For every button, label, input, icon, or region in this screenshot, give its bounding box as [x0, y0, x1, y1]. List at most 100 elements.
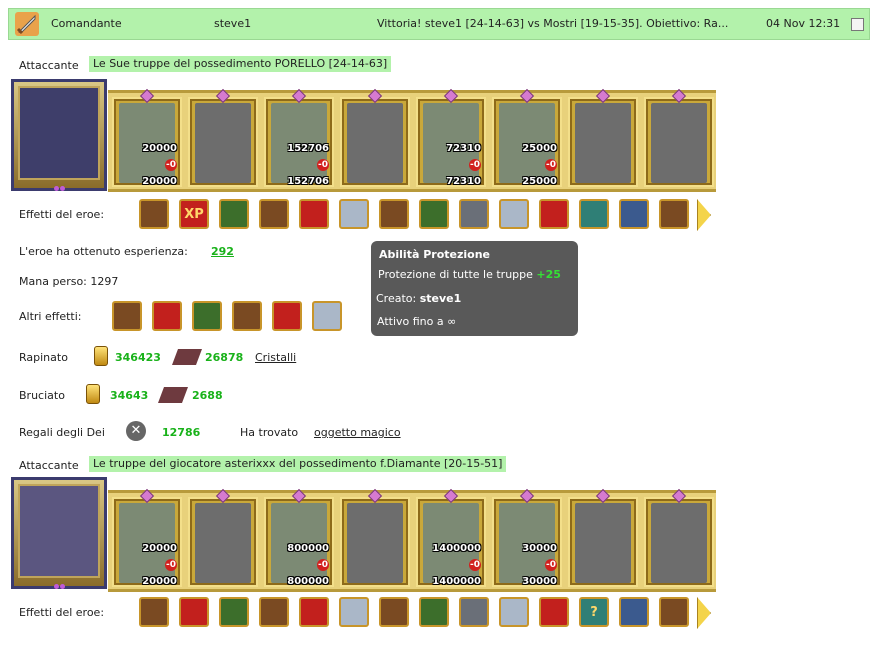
scroll-icon[interactable]: [139, 199, 169, 229]
message-date: 04 Nov 12:31: [766, 17, 841, 30]
dice-icon[interactable]: [179, 597, 209, 627]
scroll-right-arrow[interactable]: [697, 597, 711, 629]
troop-slot[interactable]: 20000 -0 20000: [112, 488, 182, 587]
troop-count-end: 72310: [446, 176, 481, 187]
burned-label: Bruciato: [19, 389, 65, 402]
xp-value[interactable]: 292: [211, 245, 234, 258]
troop-slot[interactable]: [568, 88, 638, 187]
ring-icon[interactable]: [659, 597, 689, 627]
troop-slot[interactable]: 800000 -0 800000: [264, 488, 334, 587]
magic-item-link[interactable]: oggetto magico: [314, 426, 401, 439]
shield-hand-icon[interactable]: [259, 597, 289, 627]
troop-slot[interactable]: [188, 88, 258, 187]
banner-icon[interactable]: [499, 597, 529, 627]
chest-icon[interactable]: [139, 597, 169, 627]
heart-sword-icon[interactable]: [112, 301, 142, 331]
troop-slot[interactable]: [568, 488, 638, 587]
crossed-swords-icon[interactable]: [539, 199, 569, 229]
attacker-label: Attaccante: [19, 59, 79, 72]
hero-effects-label: Effetti del eroe:: [19, 606, 105, 619]
xp-label: L'eroe ha ottenuto esperienza:: [19, 245, 188, 258]
troop-count-start: 20000: [142, 143, 177, 154]
attacker-tag: Le truppe del giocatore asterixxx del po…: [89, 456, 507, 472]
gem-icon: [215, 88, 231, 104]
troop-image: [575, 103, 631, 183]
dice-icon[interactable]: [299, 199, 329, 229]
message-subject[interactable]: Vittoria! steve1 [24-14-63] vs Mostri [1…: [377, 17, 757, 30]
question-icon[interactable]: ?: [579, 597, 609, 627]
armor-icon[interactable]: [499, 199, 529, 229]
troop-image: [575, 503, 631, 583]
xp-potion-icon[interactable]: [219, 199, 249, 229]
sword-icon[interactable]: [232, 301, 262, 331]
fist-icon[interactable]: [272, 301, 302, 331]
shield-icon[interactable]: [339, 199, 369, 229]
troop-image: [651, 103, 707, 183]
hero-portrait[interactable]: [11, 477, 107, 589]
tooltip-active: Attivo fino a ∞: [377, 315, 457, 328]
gem-icon: [595, 488, 611, 504]
troop-slot[interactable]: 25000 -0 25000: [492, 88, 562, 187]
hero-portrait[interactable]: [11, 79, 107, 191]
frost-icon[interactable]: [459, 597, 489, 627]
gods-gifts-value: 12786: [162, 426, 201, 439]
shield-icon[interactable]: [219, 597, 249, 627]
sword-icon[interactable]: [152, 301, 182, 331]
troop-slot[interactable]: 30000 -0 30000: [492, 488, 562, 587]
troop-slot[interactable]: 20000 -0 20000: [112, 88, 182, 187]
xp-icon[interactable]: XP: [179, 199, 209, 229]
heart-sword-icon[interactable]: [192, 301, 222, 331]
troop-slot[interactable]: [644, 488, 714, 587]
magic-hand-icon[interactable]: [419, 597, 449, 627]
gem-icon: [139, 488, 155, 504]
troop-loss: -0: [165, 159, 177, 171]
soldier-icon[interactable]: [659, 199, 689, 229]
troop-count-end: 800000: [287, 576, 329, 587]
gold-icon: [86, 384, 100, 404]
web-icon[interactable]: [459, 199, 489, 229]
troop-image: [347, 503, 403, 583]
message-header[interactable]: Comandante steve1 Vittoria! steve1 [24-1…: [8, 8, 870, 40]
burned-crystal: 2688: [192, 389, 223, 402]
whip-icon[interactable]: [419, 199, 449, 229]
chest-icon[interactable]: [259, 199, 289, 229]
sword-icon[interactable]: [312, 301, 342, 331]
armor-icon[interactable]: [619, 597, 649, 627]
cage-icon[interactable]: [619, 199, 649, 229]
gem-icon: [519, 88, 535, 104]
gem-icon: [671, 88, 687, 104]
troop-slot[interactable]: [340, 488, 410, 587]
crystals-link[interactable]: Cristalli: [255, 351, 296, 364]
gem-icon: [367, 88, 383, 104]
troop-loss: -0: [317, 159, 329, 171]
troop-slot[interactable]: [188, 488, 258, 587]
troop-slot[interactable]: 152706 -0 152706: [264, 88, 334, 187]
troop-count-start: 1400000: [432, 543, 481, 554]
troop-slot[interactable]: [340, 88, 410, 187]
troop-count-end: 30000: [522, 576, 557, 587]
gem-icon: [139, 88, 155, 104]
troop-image: [651, 503, 707, 583]
gem-icon: [595, 88, 611, 104]
looted-crystal: 26878: [205, 351, 244, 364]
commander-label: Comandante: [51, 17, 122, 30]
troop-slot[interactable]: [644, 88, 714, 187]
handshake-icon[interactable]: [379, 597, 409, 627]
crystal-icon: [172, 349, 202, 365]
troop-loss: -0: [165, 559, 177, 571]
troop-image: [195, 103, 251, 183]
burned-gold: 34643: [110, 389, 149, 402]
scroll-right-arrow[interactable]: [697, 199, 711, 231]
sword-icon: [15, 12, 39, 36]
troop-loss: -0: [545, 159, 557, 171]
select-checkbox[interactable]: [851, 18, 864, 31]
bow-icon[interactable]: [579, 199, 609, 229]
attacker-tag: Le Sue truppe del possedimento PORELLO […: [89, 56, 392, 72]
shield-hand-icon[interactable]: [379, 199, 409, 229]
troop-slot[interactable]: 1400000 -0 1400000: [416, 488, 486, 587]
sword-icon[interactable]: [339, 597, 369, 627]
troop-count-start: 25000: [522, 143, 557, 154]
flame-icon[interactable]: [539, 597, 569, 627]
chest-icon[interactable]: [299, 597, 329, 627]
troop-slot[interactable]: 72310 -0 72310: [416, 88, 486, 187]
